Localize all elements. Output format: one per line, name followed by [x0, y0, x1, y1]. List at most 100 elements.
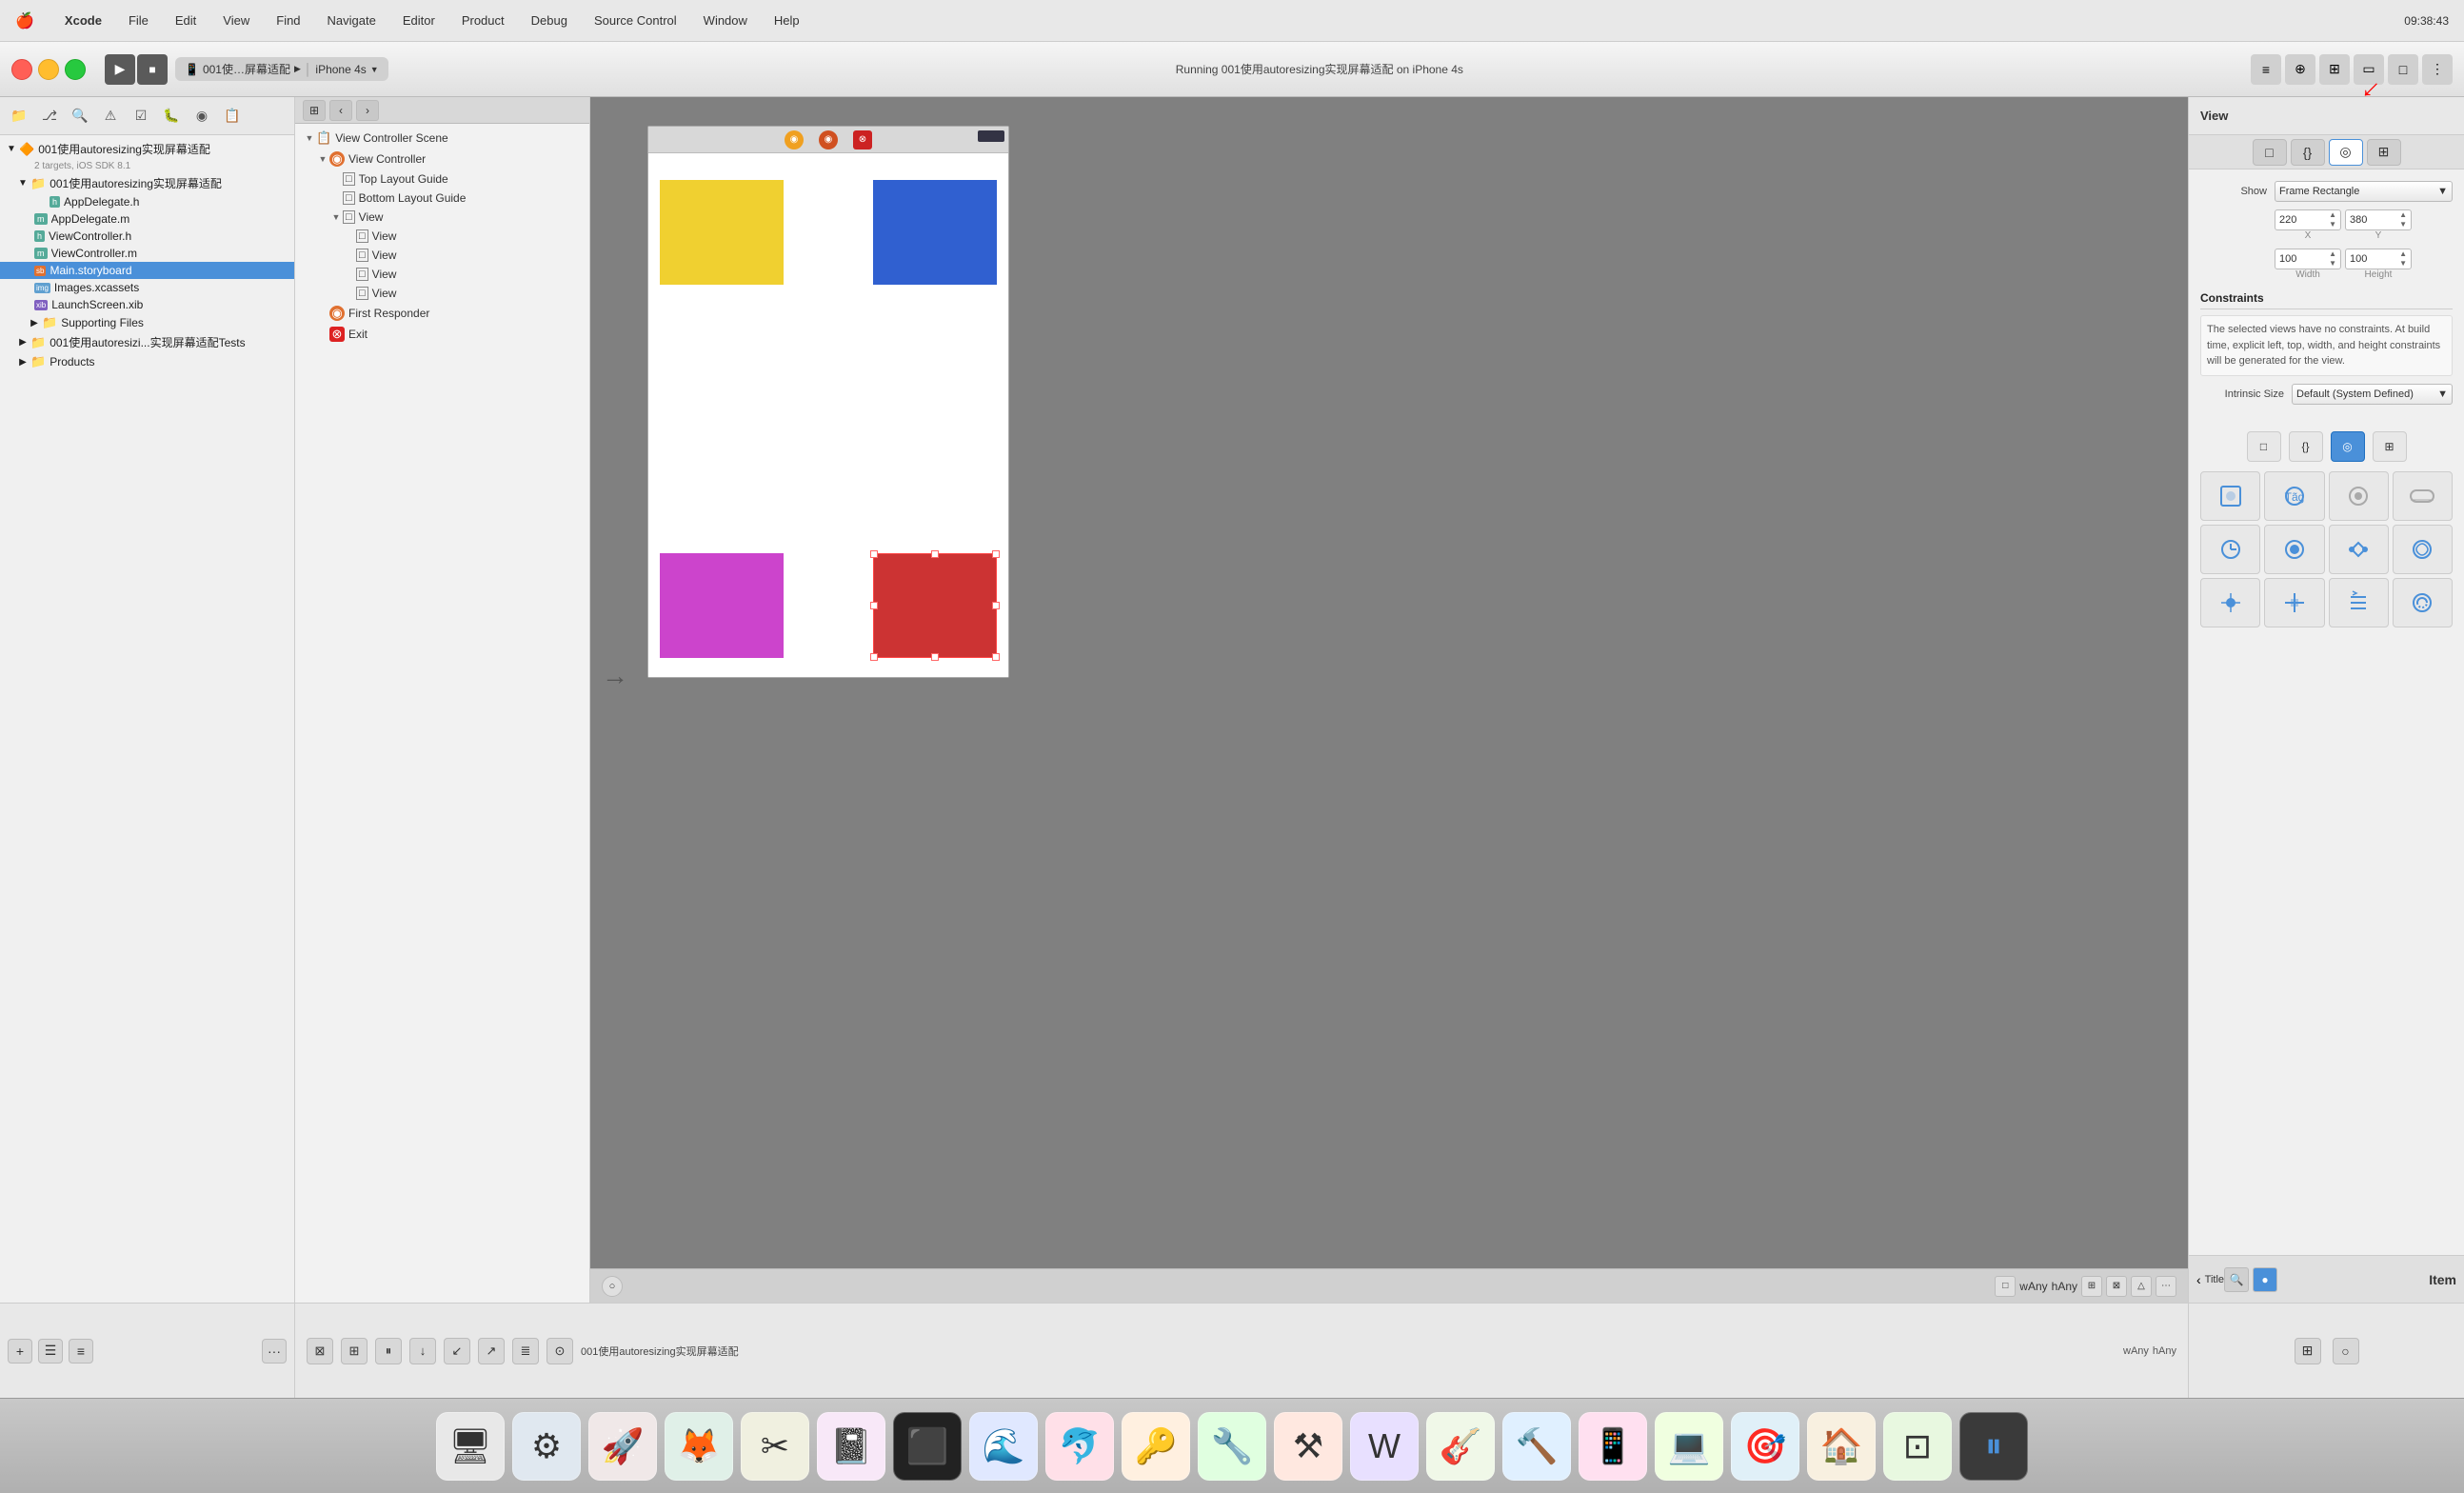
outline-view-2[interactable]: □ View [295, 246, 589, 265]
handle-bl[interactable] [870, 653, 878, 661]
blue-view[interactable] [873, 180, 997, 285]
align-icon[interactable]: ⊠ [2106, 1276, 2127, 1297]
dock-app6[interactable]: 💻 [1655, 1412, 1723, 1481]
nav-appdelegate-m[interactable]: m AppDelegate.m [0, 210, 294, 228]
handle-br[interactable] [992, 653, 1000, 661]
forward-btn[interactable]: › [356, 100, 379, 121]
nav-images[interactable]: img Images.xcassets [0, 279, 294, 296]
thread-btn[interactable]: ≣ [512, 1338, 539, 1364]
dock-preferences[interactable]: ⚙ [512, 1412, 581, 1481]
outline-view[interactable]: ▼ □ View [295, 208, 589, 227]
nav-appdelegate-h[interactable]: h AppDelegate.h [0, 193, 294, 210]
red-view-selected[interactable] [873, 553, 997, 658]
dock-photoshop[interactable]: 🌊 [969, 1412, 1038, 1481]
lib-icon-12[interactable] [2393, 578, 2453, 627]
apple-menu[interactable]: 🍎 [10, 10, 40, 32]
step-over-btn[interactable]: ↓ [409, 1338, 436, 1364]
debug-icon[interactable]: 🐛 [160, 105, 183, 128]
dock-safari[interactable]: 🦊 [665, 1412, 733, 1481]
nav-main-storyboard[interactable]: sb Main.storyboard [0, 262, 294, 279]
pin-icon[interactable]: ⊞ [2081, 1276, 2102, 1297]
scene-header[interactable]: ▼ 📋 View Controller Scene [295, 128, 589, 149]
filter-btn[interactable]: ≡ [69, 1339, 93, 1364]
stop-button[interactable]: ■ [137, 54, 168, 85]
nav-products[interactable]: ▶ 📁 Products [0, 352, 294, 371]
size-inspector-tab[interactable]: ⊞ [2373, 431, 2407, 462]
outline-view-controller[interactable]: ▼ ◉ View Controller [295, 149, 589, 169]
maximize-button[interactable] [65, 59, 86, 80]
assistant-btn[interactable]: ⊞ [2319, 54, 2350, 85]
scene-btn[interactable]: ⊠ [307, 1338, 333, 1364]
handle-mr[interactable] [992, 602, 1000, 609]
dock-finder2[interactable]: 🎯 [1731, 1412, 1799, 1481]
menu-navigate[interactable]: Navigate [322, 11, 382, 30]
handle-bc[interactable] [931, 653, 939, 661]
handle-ml[interactable] [870, 602, 878, 609]
menu-view[interactable]: View [217, 11, 255, 30]
nav-viewcontroller-h[interactable]: h ViewController.h [0, 228, 294, 245]
code-snippet-btn[interactable]: ⊕ [2285, 54, 2315, 85]
menu-edit[interactable]: Edit [169, 11, 202, 30]
menu-source-control[interactable]: Source Control [588, 11, 683, 30]
report-icon[interactable]: 📋 [221, 105, 244, 128]
outline-exit[interactable]: ⊗ Exit [295, 324, 589, 345]
file-inspector-tab[interactable]: □ [2247, 431, 2281, 462]
lib-icon-4[interactable] [2393, 471, 2453, 521]
outline-view-3[interactable]: □ View [295, 265, 589, 284]
attributes-tab[interactable]: ◎ [2329, 139, 2363, 166]
quick-help-tab[interactable]: {} [2289, 431, 2323, 462]
dock-filezilla[interactable]: 🔧 [1198, 1412, 1266, 1481]
group-btn[interactable]: ☰ [38, 1339, 63, 1364]
outline-view-1[interactable]: □ View [295, 227, 589, 246]
handle-tc[interactable] [931, 550, 939, 558]
lib-icon-1[interactable] [2200, 471, 2260, 521]
dock-app1[interactable]: 🐬 [1045, 1412, 1114, 1481]
version-btn[interactable]: ⋮ [2422, 54, 2453, 85]
add-btn[interactable]: + [8, 1339, 32, 1364]
minimize-button[interactable] [38, 59, 59, 80]
canvas-content[interactable] [648, 153, 1008, 677]
test-icon[interactable]: ☑ [129, 105, 152, 128]
nav-supporting-files[interactable]: ▶ 📁 Supporting Files [0, 313, 294, 332]
grid-btn[interactable]: ⊞ [2295, 1338, 2321, 1364]
pause-btn[interactable]: ⏸ [375, 1338, 402, 1364]
nav-root[interactable]: ▼ 🔶 001使用autoresizing实现屏幕适配 [0, 139, 294, 159]
close-button[interactable] [11, 59, 32, 80]
nav-project[interactable]: ▼ 📁 001使用autoresizing实现屏幕适配 [0, 173, 294, 193]
lib-icon-10[interactable] [2264, 578, 2324, 627]
show-select[interactable]: Frame Rectangle ▼ [2275, 181, 2453, 202]
step-in-btn[interactable]: ↙ [444, 1338, 470, 1364]
code-tab[interactable]: {} [2291, 139, 2325, 166]
yellow-view[interactable] [660, 180, 784, 285]
zoom-reset-btn[interactable]: ○ [602, 1276, 623, 1297]
outline-view-4[interactable]: □ View [295, 284, 589, 303]
run-button[interactable]: ▶ [105, 54, 135, 85]
file-tab[interactable]: □ [2253, 139, 2287, 166]
lib-icon-3[interactable] [2329, 471, 2389, 521]
nav-viewcontroller-m[interactable]: m ViewController.m [0, 245, 294, 262]
git-icon[interactable]: ⎇ [38, 105, 61, 128]
menu-file[interactable]: File [123, 11, 154, 30]
dock-app5[interactable]: 📱 [1579, 1412, 1647, 1481]
layout-btn[interactable]: ⊞ [341, 1338, 368, 1364]
dock-finder[interactable]: 🖥 [436, 1412, 505, 1481]
breakpoint-icon[interactable]: ◉ [190, 105, 213, 128]
menu-window[interactable]: Window [698, 11, 753, 30]
search-icon[interactable]: 🔍 [69, 105, 91, 128]
view-controller-frame[interactable]: ◉ ◉ ⊗ [647, 126, 1009, 678]
lib-icon-6[interactable] [2264, 525, 2324, 574]
active-filter-btn[interactable]: ● [2253, 1267, 2277, 1292]
storyboard-canvas[interactable]: → ◉ ◉ ⊗ [590, 97, 2188, 1303]
dock-xcode[interactable]: 🔨 [1502, 1412, 1571, 1481]
dock-word[interactable]: W [1350, 1412, 1419, 1481]
nav-launchscreen[interactable]: xib LaunchScreen.xib [0, 296, 294, 313]
dock-app2[interactable]: 🔑 [1122, 1412, 1190, 1481]
search-bottom-btn[interactable]: ○ [2333, 1338, 2359, 1364]
outline-first-responder[interactable]: ◉ First Responder [295, 303, 589, 324]
height-field[interactable]: 100 ▲▼ [2345, 249, 2412, 269]
device-btn[interactable]: □ [2388, 54, 2418, 85]
lib-icon-9[interactable] [2200, 578, 2260, 627]
dock-app8[interactable]: ⊡ [1883, 1412, 1952, 1481]
back-btn[interactable]: ‹ [329, 100, 352, 121]
warning-icon[interactable]: ⚠ [99, 105, 122, 128]
